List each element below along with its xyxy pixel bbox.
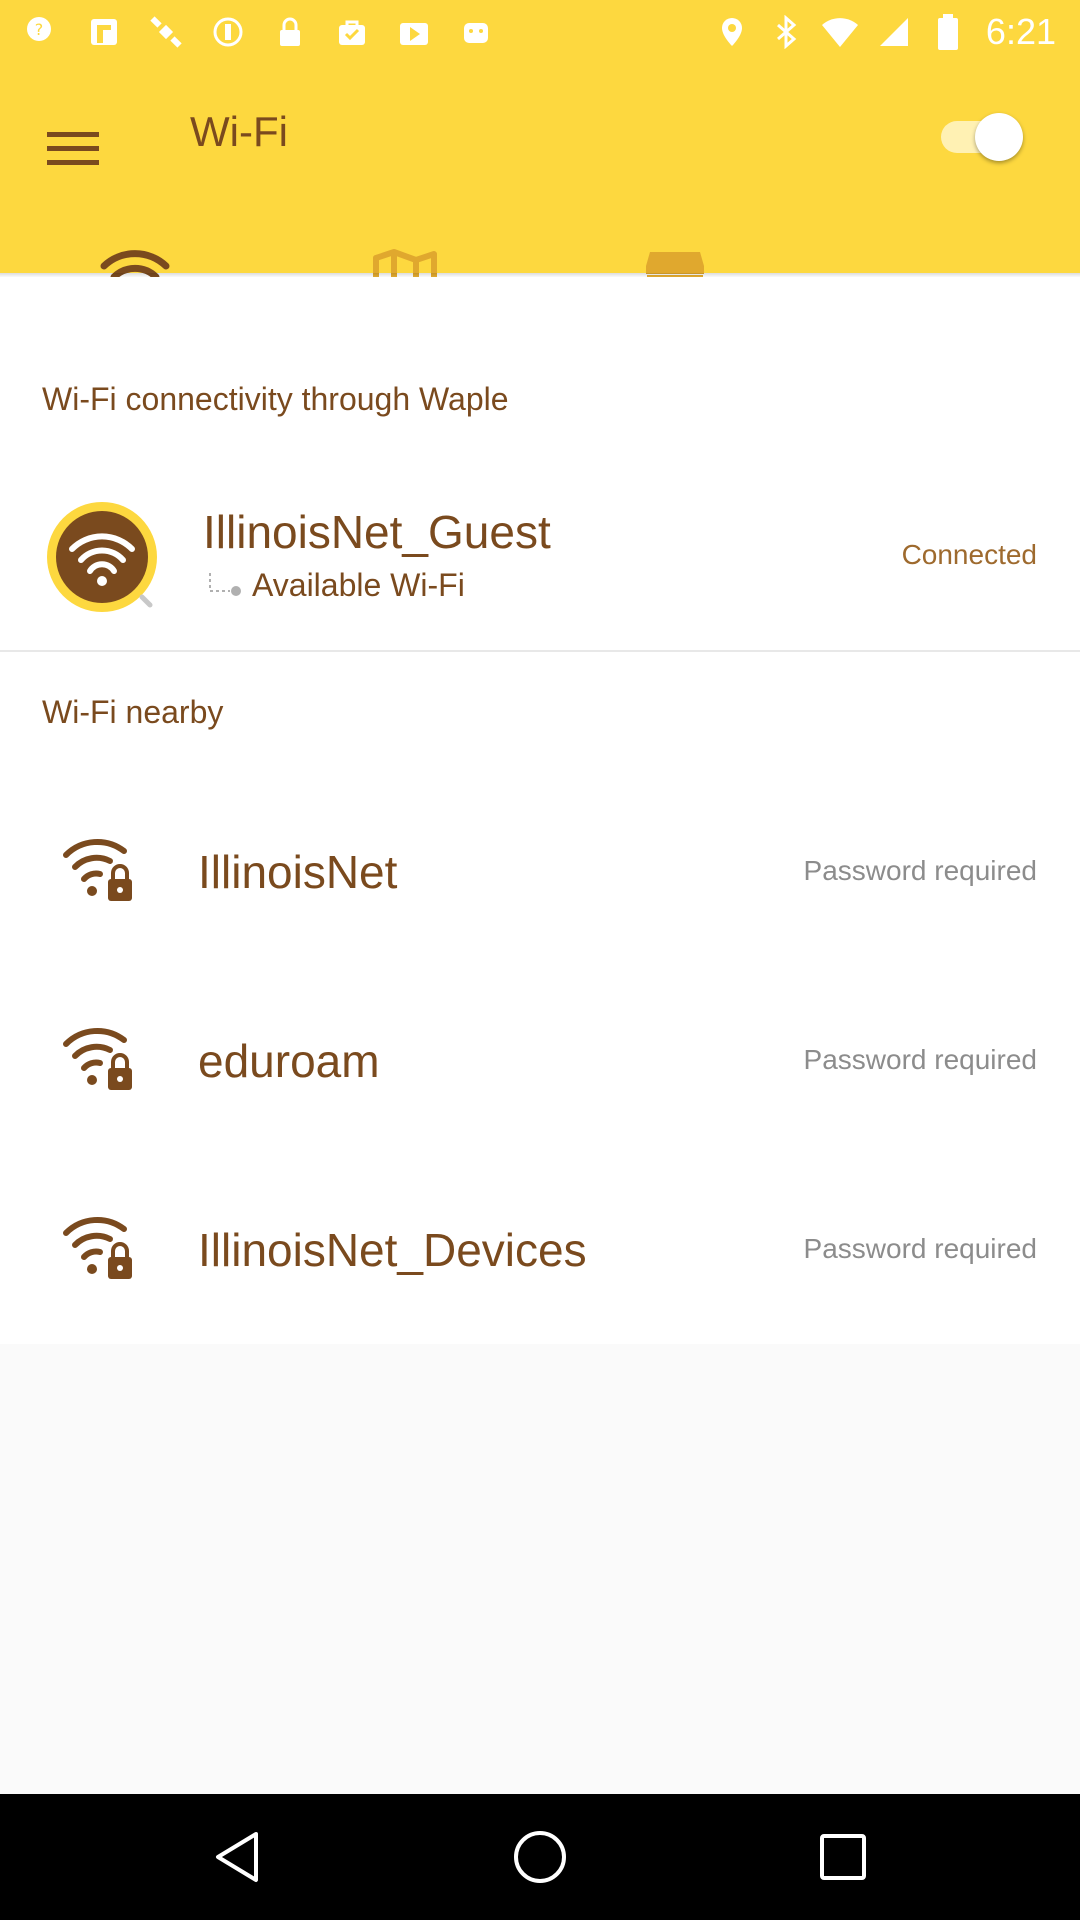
connection-status: Connected xyxy=(901,539,1037,570)
available-wifi-label: Available Wi-Fi xyxy=(252,567,465,603)
location-icon xyxy=(712,12,752,52)
network-status: Password required xyxy=(803,1233,1037,1264)
navigation-bar xyxy=(0,1794,1080,1920)
network-status: Password required xyxy=(803,1044,1037,1075)
fantasy-icon xyxy=(84,12,124,52)
network-name: IllinoisNet_Devices xyxy=(198,1224,587,1276)
network-status: Password required xyxy=(803,855,1037,886)
cell-signal-icon xyxy=(874,12,914,52)
system-status: 6:21 xyxy=(698,8,1056,56)
back-button[interactable] xyxy=(202,1822,272,1892)
page-title: Wi-Fi xyxy=(190,108,288,155)
connected-network-subtitle: Available Wi-Fi xyxy=(208,567,465,604)
hamburger-menu-icon xyxy=(47,132,99,165)
menu-button[interactable] xyxy=(38,113,108,183)
network-row[interactable]: IllinoisNet_Devices Password required xyxy=(0,1155,1080,1345)
wifi-lock-icon xyxy=(63,1217,132,1279)
connected-wifi-avatar-icon xyxy=(47,502,157,612)
nearby-section: Wi-Fi nearby IllinoisNet Password requir… xyxy=(0,652,1080,1344)
wifi-lock-icon xyxy=(63,1028,132,1090)
wifi-signal-icon xyxy=(820,12,860,52)
network-name: IllinoisNet xyxy=(198,846,398,898)
recents-button[interactable] xyxy=(808,1822,878,1892)
lock-icon xyxy=(270,12,310,52)
network-row[interactable]: IllinoisNet Password required xyxy=(0,777,1080,967)
help-icon: ? xyxy=(22,12,62,52)
network-name: eduroam xyxy=(198,1035,380,1087)
wifi-lock-icon xyxy=(63,839,132,901)
status-time: 6:21 xyxy=(985,11,1056,52)
status-bar: ? 6:21 xyxy=(0,0,1080,63)
connected-network-name: IllinoisNet_Guest xyxy=(203,506,551,558)
back-triangle-icon xyxy=(216,1832,258,1882)
bluetooth-icon xyxy=(766,12,806,52)
svg-text:?: ? xyxy=(35,20,44,39)
network-row[interactable]: eduroam Password required xyxy=(0,966,1080,1156)
shopping-bag-icon xyxy=(332,12,372,52)
home-button[interactable] xyxy=(505,1822,575,1892)
play-store-icon xyxy=(394,12,434,52)
battery-icon xyxy=(928,12,968,52)
notification-icons: ? xyxy=(22,12,518,52)
app-bar: Wi-Fi xyxy=(0,63,1080,336)
section-title-nearby: Wi-Fi nearby xyxy=(42,694,224,730)
recents-square-icon xyxy=(820,1834,866,1880)
home-circle-icon xyxy=(514,1831,566,1883)
pinwheel-icon xyxy=(208,12,248,52)
toggle-thumb xyxy=(975,113,1023,161)
section-title-connectivity: Wi-Fi connectivity through Waple xyxy=(42,381,509,417)
connector-icon xyxy=(209,572,241,596)
wifi-toggle[interactable] xyxy=(935,107,1027,167)
satellite-icon xyxy=(146,12,186,52)
android-icon xyxy=(456,12,496,52)
connected-section: Wi-Fi connectivity through Waple Illinoi… xyxy=(0,277,1080,652)
